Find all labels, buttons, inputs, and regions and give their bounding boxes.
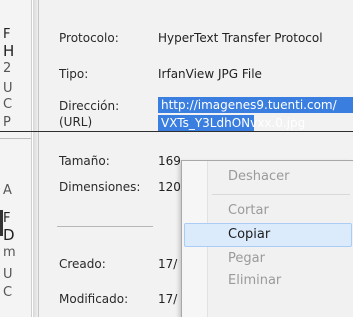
type-value: IrfanView JPG File — [158, 67, 262, 81]
modified-label: Modificado: — [59, 292, 129, 306]
menu-item-copy[interactable]: Copiar — [184, 223, 352, 247]
dialog-left-edge — [33, 0, 39, 317]
address-selected-line1[interactable]: http://imagenes9.tuenti.com/ — [158, 97, 353, 113]
section-divider — [57, 226, 153, 227]
created-value: 17/ — [158, 257, 178, 271]
background-text-fragment: P — [3, 115, 11, 130]
menu-item-delete[interactable]: Eliminar — [184, 269, 352, 293]
menu-item-undo[interactable]: Deshacer — [184, 165, 352, 189]
background-separator — [0, 138, 31, 139]
background-text-fragment: C — [3, 285, 13, 300]
address-selected-line2[interactable]: VXTs_Y3LdhONvxx.0.jpg — [158, 115, 305, 131]
modified-value: 17/ — [158, 292, 178, 306]
type-label: Tipo: — [59, 67, 89, 81]
background-text-fragment: F — [3, 27, 11, 42]
protocol-label: Protocolo: — [59, 31, 119, 45]
menu-item-cut[interactable]: Cortar — [184, 199, 352, 223]
background-text-fragment: C — [3, 97, 13, 112]
menu-item-paste[interactable]: Pegar — [184, 247, 352, 271]
background-text-fragment: 2 — [3, 61, 12, 76]
dimensions-label: Dimensiones: — [59, 180, 141, 194]
background-text-fragment: F — [3, 211, 11, 226]
background-text-fragment: U — [3, 81, 13, 96]
address-label-line2: (URL) — [59, 115, 93, 129]
dimensions-value: 120 — [158, 180, 181, 194]
background-text-fragment: H — [3, 42, 15, 60]
menu-separator — [212, 194, 350, 195]
size-value: 169 — [158, 154, 181, 168]
protocol-value: HyperText Transfer Protocol — [158, 31, 323, 45]
background-text-fragment: m — [3, 245, 16, 260]
created-label: Creado: — [59, 257, 106, 271]
background-text-fragment: A — [3, 183, 12, 198]
background-window: F H 2 U C P A F D m U C — [0, 0, 32, 317]
context-menu: Deshacer Cortar Copiar Pegar Eliminar — [181, 160, 353, 317]
background-text-fragment: U — [3, 267, 13, 282]
address-label-line1: Dirección: — [59, 99, 120, 113]
address-field[interactable]: http://imagenes9.tuenti.com/ VXTs_Y3LdhO… — [158, 97, 353, 139]
size-label: Tamaño: — [59, 154, 110, 168]
background-text-fragment: D — [3, 226, 15, 244]
horizontal-overlay-line — [0, 131, 353, 132]
